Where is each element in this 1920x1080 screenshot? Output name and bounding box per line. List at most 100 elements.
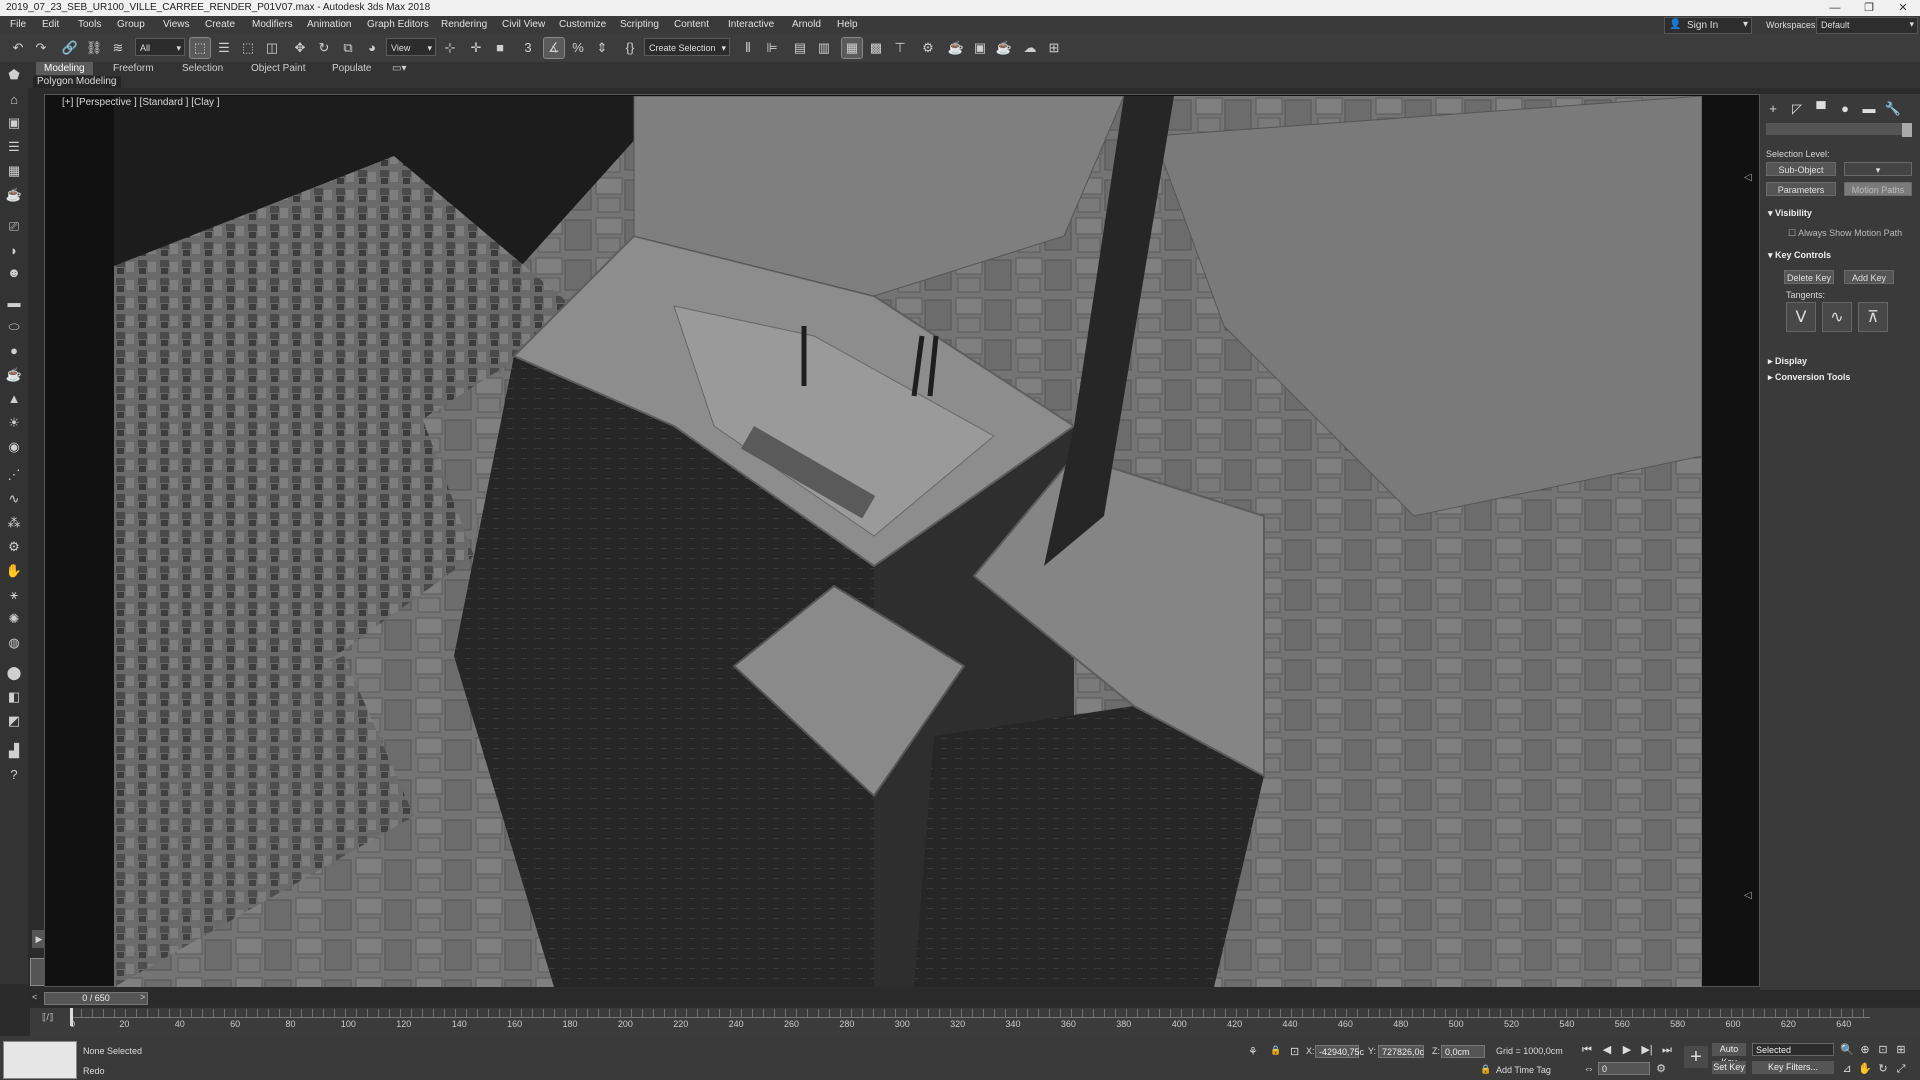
sub-object-button[interactable]: Sub-Object bbox=[1766, 162, 1836, 176]
next-frame-icon[interactable]: ▶| bbox=[1640, 1043, 1654, 1057]
select-by-name-button[interactable]: ☰ bbox=[214, 38, 234, 58]
x-coordinate-field[interactable]: -42940,75c bbox=[1315, 1045, 1364, 1058]
visibility-rollout[interactable]: ▾ Visibility bbox=[1768, 208, 1908, 221]
object-color-swatch[interactable] bbox=[1902, 123, 1912, 137]
always-show-motion-path-checkbox[interactable]: ☐ Always Show Motion Path bbox=[1788, 228, 1902, 239]
viewport-label[interactable]: [+] [Perspective ] [Standard ] [Clay ] bbox=[62, 97, 220, 108]
tangent-smooth-icon[interactable]: Ⅴ bbox=[1786, 302, 1816, 332]
cone-icon[interactable]: ▲ bbox=[4, 390, 24, 408]
globe-icon[interactable]: ◍ bbox=[4, 634, 24, 652]
script-icon[interactable]: ▟ bbox=[4, 742, 24, 760]
snaps-toggle[interactable]: 3 bbox=[518, 38, 538, 58]
conversion-tools-rollout[interactable]: ▸ Conversion Tools bbox=[1768, 372, 1908, 385]
set-key-plus-icon[interactable]: + bbox=[1684, 1046, 1708, 1068]
select-scale-button[interactable]: ⧉ bbox=[338, 38, 358, 58]
minimize-button[interactable]: — bbox=[1818, 0, 1852, 16]
menu-rendering[interactable]: Rendering bbox=[441, 19, 487, 30]
reference-coordinate-dropdown[interactable]: View ▾ bbox=[386, 38, 436, 56]
hierarchy-tab-icon[interactable]: ▀ bbox=[1812, 100, 1830, 118]
align-button[interactable]: ⊫ bbox=[762, 38, 782, 58]
fire-icon[interactable]: ✺ bbox=[4, 610, 24, 628]
geosphere-icon[interactable]: ◉ bbox=[4, 438, 24, 456]
menu-file[interactable]: File bbox=[10, 19, 26, 30]
cylinder-icon[interactable]: ⬭ bbox=[4, 318, 24, 336]
menu-modifiers[interactable]: Modifiers bbox=[252, 19, 293, 30]
select-rotate-button[interactable]: ↻ bbox=[314, 38, 334, 58]
select-manipulate-button[interactable]: ✛ bbox=[466, 38, 486, 58]
tab-modeling[interactable]: Modeling bbox=[36, 62, 93, 75]
parameters-button[interactable]: Parameters bbox=[1766, 182, 1836, 196]
motion-tab-icon[interactable]: ● bbox=[1836, 100, 1854, 118]
undo-button[interactable]: ↶ bbox=[8, 38, 28, 58]
menu-scripting[interactable]: Scripting bbox=[620, 19, 659, 30]
zoom-extents-icon[interactable]: ⊡ bbox=[1876, 1043, 1890, 1057]
layers-icon[interactable]: ▣ bbox=[4, 114, 24, 132]
create-tab-icon[interactable]: + bbox=[1764, 100, 1782, 118]
maxscript-listener[interactable] bbox=[3, 1041, 77, 1079]
perspective-viewport[interactable] bbox=[114, 96, 1702, 987]
rectangular-selection-button[interactable]: ⬚ bbox=[238, 38, 258, 58]
y-coordinate-field[interactable]: 727826,0c bbox=[1378, 1045, 1424, 1058]
current-frame-field[interactable]: 0 bbox=[1598, 1062, 1650, 1075]
menu-tools[interactable]: Tools bbox=[78, 19, 101, 30]
sign-in-dropdown[interactable]: 👤 Sign In ▾ bbox=[1664, 17, 1752, 34]
orbit-icon[interactable]: ↻ bbox=[1876, 1062, 1890, 1076]
layer-explorer-button[interactable]: ▥ bbox=[814, 38, 834, 58]
keyboard-shortcut-toggle[interactable]: ■ bbox=[490, 38, 510, 58]
scene-explorer-button[interactable]: ▤ bbox=[790, 38, 810, 58]
add-time-tag-button[interactable]: Add Time Tag bbox=[1496, 1065, 1551, 1075]
menu-views[interactable]: Views bbox=[163, 19, 190, 30]
render-setup-button[interactable]: ☕ bbox=[946, 38, 966, 58]
menu-interactive[interactable]: Interactive bbox=[728, 19, 774, 30]
percent-snap-toggle[interactable]: % bbox=[568, 38, 588, 58]
delete-key-button[interactable]: Delete Key bbox=[1784, 270, 1834, 284]
light-icon[interactable]: ☀ bbox=[4, 414, 24, 432]
arnold-render-view-button[interactable]: ⊞ bbox=[1044, 38, 1064, 58]
material-editor-button[interactable]: ⚙ bbox=[918, 38, 938, 58]
menu-help[interactable]: Help bbox=[837, 19, 858, 30]
render-iterative-button[interactable]: ☁ bbox=[1020, 38, 1040, 58]
key-filters-button[interactable]: Key Filters... bbox=[1752, 1061, 1834, 1074]
time-slider-thumb[interactable]: 0 / 650 bbox=[44, 992, 148, 1005]
tab-populate[interactable]: Populate bbox=[332, 62, 371, 75]
mirror-button[interactable]: ⫴ bbox=[738, 38, 758, 58]
select-move-button[interactable]: ✥ bbox=[290, 38, 310, 58]
restore-button[interactable]: ❐ bbox=[1852, 0, 1886, 16]
menu-group[interactable]: Group bbox=[117, 19, 145, 30]
menu-graph-editors[interactable]: Graph Editors bbox=[367, 19, 429, 30]
maximize-viewport-icon[interactable]: ⤢ bbox=[1894, 1062, 1908, 1076]
tab-selection[interactable]: Selection bbox=[182, 62, 223, 75]
modify-tab-icon[interactable]: ◸ bbox=[1788, 100, 1806, 118]
teapot-primitive-icon[interactable]: ☕ bbox=[4, 366, 24, 384]
sub-object-dropdown[interactable]: ▾ bbox=[1844, 162, 1912, 176]
auto-key-button[interactable]: Auto Key bbox=[1712, 1043, 1746, 1067]
key-mode-toggle-icon[interactable]: ⇔ bbox=[1582, 1062, 1596, 1076]
workspace-dropdown[interactable]: Default ▾ bbox=[1816, 17, 1918, 34]
list-icon[interactable]: ☰ bbox=[4, 138, 24, 156]
close-button[interactable]: ✕ bbox=[1886, 0, 1920, 16]
spline-icon[interactable]: ∿ bbox=[4, 490, 24, 508]
polygon-modeling-panel[interactable]: Polygon Modeling bbox=[33, 76, 121, 88]
tangent-step-icon[interactable]: ⊼ bbox=[1858, 302, 1888, 332]
key-controls-rollout[interactable]: ▾ Key Controls bbox=[1768, 250, 1908, 263]
help-icon[interactable]: ? bbox=[4, 766, 24, 784]
schematic-view-button[interactable]: ⊤ bbox=[890, 38, 910, 58]
render-production-button[interactable]: ☕ bbox=[994, 38, 1014, 58]
key-selection-dropdown[interactable]: Selected bbox=[1752, 1043, 1834, 1056]
zoom-all-icon[interactable]: ⊕ bbox=[1858, 1043, 1872, 1057]
hand-icon[interactable]: ✋ bbox=[4, 562, 24, 580]
bind-space-warp-button[interactable]: ≋ bbox=[108, 38, 128, 58]
isolate-icon[interactable]: ⚘ bbox=[1248, 1045, 1258, 1058]
add-key-button[interactable]: Add Key bbox=[1844, 270, 1894, 284]
bone-icon[interactable]: ◗ bbox=[4, 242, 24, 260]
tab-object-paint[interactable]: Object Paint bbox=[251, 62, 305, 75]
time-slider-prev-icon[interactable]: < bbox=[32, 992, 37, 1002]
go-to-end-icon[interactable]: ⏭ bbox=[1660, 1043, 1674, 1057]
selection-filter-dropdown[interactable]: All ▾ bbox=[135, 38, 185, 56]
viewport-arrow-icon[interactable]: ◁ bbox=[1744, 890, 1752, 901]
time-slider-next-icon[interactable]: > bbox=[140, 992, 145, 1002]
window-crossing-button[interactable]: ◫ bbox=[262, 38, 282, 58]
utilities-tab-icon[interactable]: 🔧 bbox=[1884, 100, 1902, 118]
unlink-button[interactable]: ⛓ bbox=[84, 38, 104, 58]
create-object-icon[interactable]: ⌂ bbox=[4, 91, 24, 109]
